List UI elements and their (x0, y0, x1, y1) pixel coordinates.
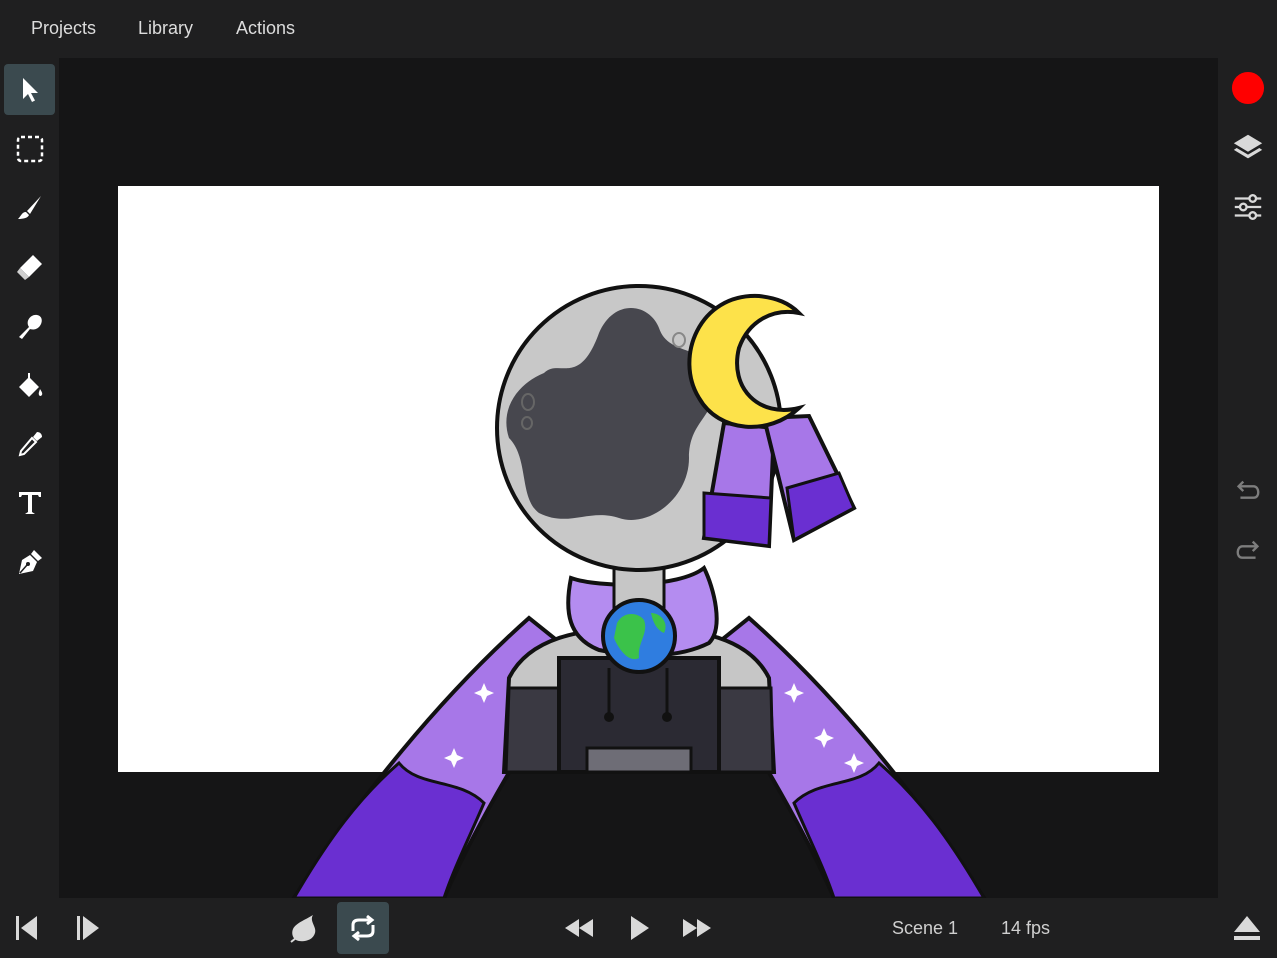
loop-icon (351, 914, 375, 942)
record-button[interactable] (1228, 68, 1268, 108)
bottom-bar: Scene 1 14 fps (0, 898, 1277, 958)
pen-nib-icon (18, 549, 42, 574)
marquee-select-icon (16, 135, 43, 162)
stage-area[interactable] (59, 58, 1218, 898)
play-icon (631, 916, 649, 940)
redo-icon (1236, 540, 1260, 559)
eraser-tool[interactable] (4, 241, 55, 292)
record-dot-icon (1231, 71, 1265, 105)
redo-button[interactable] (1228, 532, 1268, 572)
right-toolbar (1218, 58, 1277, 898)
select-tool[interactable] (4, 64, 55, 115)
arrow-cursor-icon (22, 77, 38, 102)
brush-icon (17, 195, 41, 219)
layers-icon (1233, 134, 1263, 159)
text-tool[interactable] (4, 477, 55, 528)
menu-bar: Projects Library Actions (0, 0, 1277, 58)
previous-frame-button[interactable] (2, 902, 54, 954)
onion-skin-button[interactable] (278, 902, 330, 954)
eraser-icon (16, 254, 42, 280)
smudge-finger-icon (18, 314, 42, 339)
fps-selector[interactable]: 14 fps (1001, 918, 1050, 939)
text-t-icon (18, 491, 41, 514)
pen-tool[interactable] (4, 536, 55, 587)
play-button[interactable] (613, 902, 665, 954)
eject-icon (1234, 916, 1260, 940)
scene-selector[interactable]: Scene 1 (892, 918, 958, 939)
menu-actions[interactable]: Actions (236, 18, 295, 39)
rewind-icon (565, 919, 593, 937)
smudge-tool[interactable] (4, 300, 55, 351)
undo-button[interactable] (1228, 472, 1268, 512)
layers-button[interactable] (1228, 128, 1268, 168)
character-artwork[interactable] (59, 58, 1218, 898)
sliders-icon (1234, 194, 1262, 220)
undo-icon (1236, 480, 1260, 499)
rewind-button[interactable] (553, 902, 605, 954)
next-frame-button[interactable] (64, 902, 116, 954)
menu-projects[interactable]: Projects (31, 18, 96, 39)
fast-forward-icon (683, 919, 711, 937)
brush-tool[interactable] (4, 182, 55, 233)
loop-button[interactable] (337, 902, 389, 954)
collapse-timeline-button[interactable] (1221, 902, 1273, 954)
adjustments-button[interactable] (1228, 187, 1268, 227)
step-forward-icon (77, 916, 99, 940)
onion-icon (290, 915, 316, 943)
fast-forward-button[interactable] (671, 902, 723, 954)
fill-tool[interactable] (4, 359, 55, 410)
left-toolbar (0, 58, 59, 898)
eyedropper-icon (18, 431, 42, 456)
paint-bucket-icon (18, 372, 42, 397)
lasso-tool[interactable] (4, 123, 55, 174)
eyedropper-tool[interactable] (4, 418, 55, 469)
step-back-icon (16, 916, 37, 940)
menu-library[interactable]: Library (138, 18, 193, 39)
